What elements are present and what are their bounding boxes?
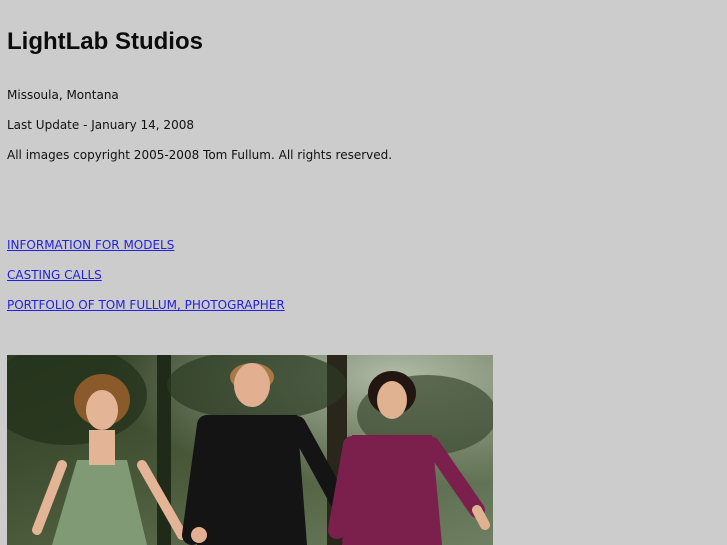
copyright-text: All images copyright 2005-2008 Tom Fullu… xyxy=(7,148,393,162)
site-title: LightLab Studios xyxy=(7,28,203,55)
link-information-for-models[interactable]: INFORMATION FOR MODELS xyxy=(7,237,174,253)
link-casting-calls[interactable]: CASTING CALLS xyxy=(7,267,102,283)
models-photo xyxy=(7,355,493,545)
last-update-text: Last Update - January 14, 2008 xyxy=(7,118,194,132)
link-portfolio[interactable]: PORTFOLIO OF TOM FULLUM, PHOTOGRAPHER xyxy=(7,297,285,313)
location-text: Missoula, Montana xyxy=(7,88,119,102)
page: LightLab Studios Missoula, Montana Last … xyxy=(0,0,727,545)
